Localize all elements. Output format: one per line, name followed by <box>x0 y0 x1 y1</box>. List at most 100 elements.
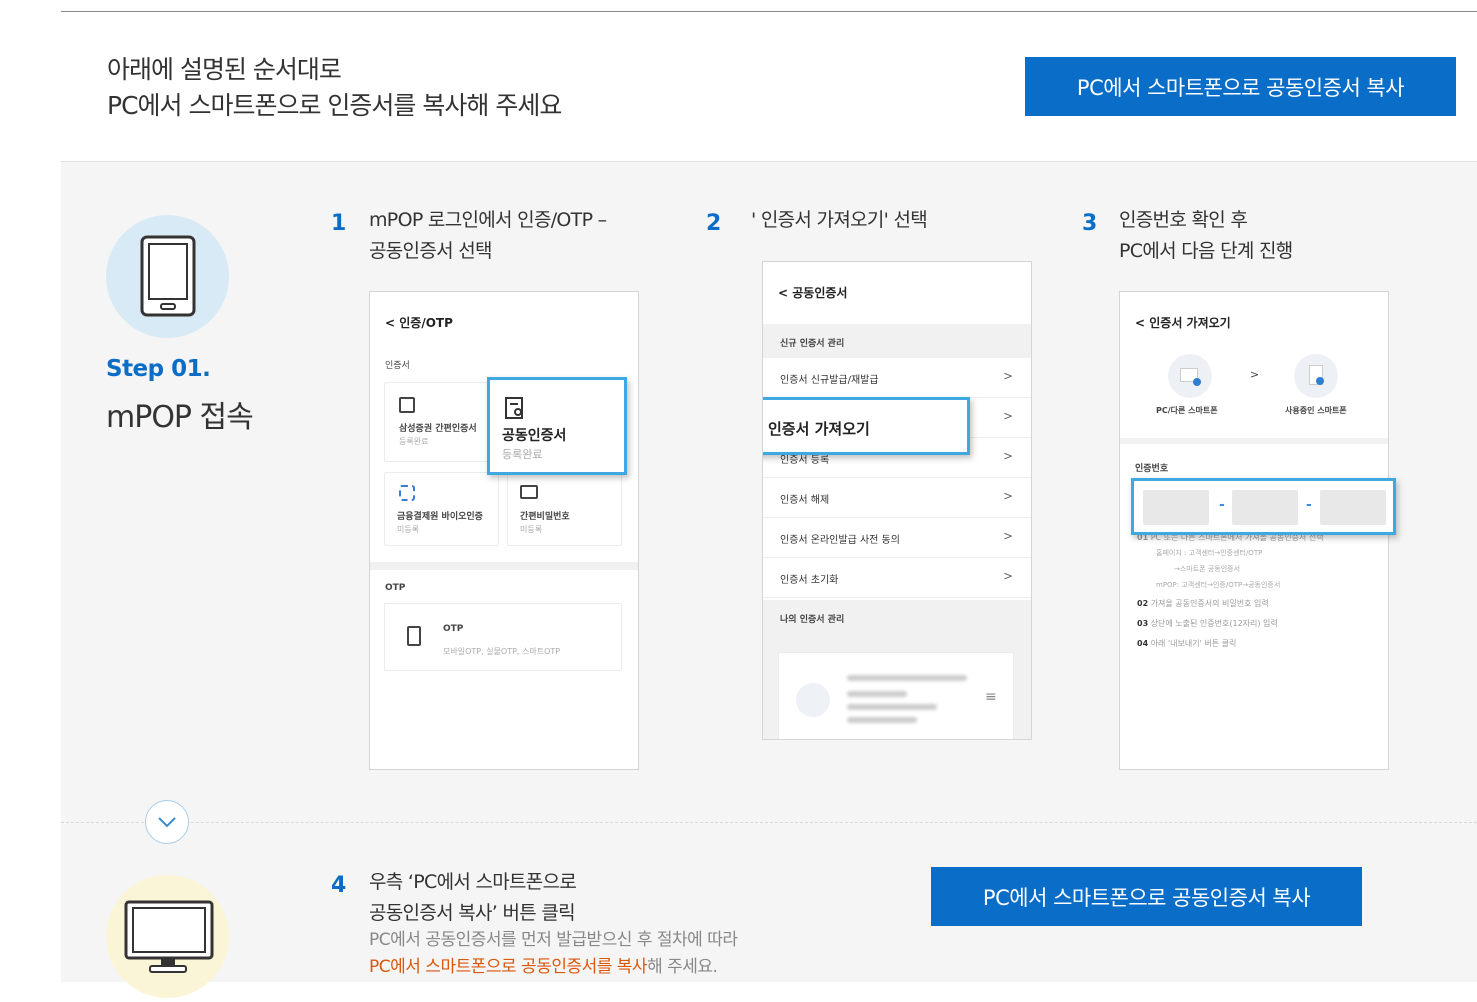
screen1-separator <box>370 562 638 570</box>
row-online-consent[interactable]: 인증서 온라인발급 사전 동의 > <box>763 518 1031 558</box>
highlight-joint-cert: 공동인증서 등록완료 <box>487 377 627 475</box>
instruction-num: 02 <box>1137 599 1149 608</box>
blurred-text <box>847 675 967 681</box>
instruction-row: 02 가져올 공동인증서의 비밀번호 입력 <box>1137 598 1269 609</box>
substep-text-4: 우측 ‘PC에서 스마트폰으로 공동인증서 복사’ 버튼 클릭 <box>369 867 577 929</box>
screen2-section2-bg: 나의 인증서 관리 <box>763 600 1031 636</box>
blurred-text <box>847 704 937 710</box>
popup-cert-title: 공동인증서 <box>502 428 567 444</box>
screen3-separator <box>1120 438 1388 444</box>
chevron-right-icon: > <box>1250 368 1260 381</box>
chevron-right-icon: > <box>1002 409 1013 423</box>
substep-1-line-1: mPOP 로그인에서 인증/OTP – <box>369 209 607 231</box>
copy-certificate-button-bottom[interactable]: PC에서 스마트폰으로 공동인증서 복사 <box>931 867 1362 926</box>
card1-sub: 등록완료 <box>399 437 429 446</box>
card4-title: 간편비밀번호 <box>520 512 570 522</box>
keypad-icon <box>520 485 538 499</box>
code-dash-1: - <box>1219 497 1225 513</box>
screen2-section1-bg: 신규 인증서 관리 <box>763 324 1031 358</box>
chevron-right-icon: > <box>1002 369 1013 383</box>
screen2-section1: 신규 인증서 관리 <box>780 339 845 349</box>
row-release-cert-label: 인증서 해제 <box>780 495 830 506</box>
row-new-cert-label: 인증서 신규발급/재발급 <box>780 375 879 386</box>
screenshot-joint-cert: < 공동인증서 신규 인증서 관리 인증서 신규발급/재발급 > > 인증서 등록… <box>762 261 1032 740</box>
instruction-row: 04 아래 '내보내기' 버튼 클릭 <box>1137 638 1236 649</box>
step1-label: Step 01. <box>106 356 211 382</box>
intro-text: 아래에 설명된 순서대로 PC에서 스마트폰으로 인증서를 복사해 주세요 <box>107 52 562 124</box>
instruction-text: 아래 '내보내기' 버튼 클릭 <box>1150 639 1237 648</box>
substep-1-line-2: 공동인증서 선택 <box>369 240 493 262</box>
note-highlight: PC에서 스마트폰으로 공동인증서를 복사 <box>369 957 648 977</box>
note-line-1: PC에서 공동인증서를 먼저 발급받으신 후 절차에 따라 <box>369 930 738 950</box>
intro-line-2: PC에서 스마트폰으로 인증서를 복사해 주세요 <box>107 91 562 120</box>
screen1-otp-section: OTP <box>385 583 406 593</box>
step2-icon-circle <box>106 875 229 998</box>
instruction-row: 홈페이지 : 고객센터→인증센터/OTP <box>1156 549 1263 557</box>
intro-line-1: 아래에 설명된 순서대로 <box>107 55 342 84</box>
fingerprint-icon <box>399 485 415 501</box>
card3-title: 금융결제원 바이오인증 <box>397 512 483 522</box>
step1-icon-circle <box>106 215 229 338</box>
substep-4-line-1: 우측 ‘PC에서 스마트폰으로 <box>369 871 577 893</box>
from-label: PC/다른 스마트폰 <box>1156 406 1218 415</box>
code-dash-2: - <box>1306 497 1312 513</box>
blurred-text <box>847 691 907 697</box>
instruction-text: 상단에 노출된 인증번호(12자리) 입력 <box>1150 619 1278 628</box>
my-cert-card-blurred: ≡ <box>778 652 1014 739</box>
substep-4-note: PC에서 공동인증서를 먼저 발급받으신 후 절차에 따라 PC에서 스마트폰으… <box>369 927 738 981</box>
briefcase-icon <box>399 397 415 413</box>
instruction-row: →스마트폰 공동인증서 <box>1174 565 1241 573</box>
card1-title: 삼성증권 간편인증서 <box>399 424 477 434</box>
top-divider <box>61 11 1477 12</box>
to-label: 사용중인 스마트폰 <box>1285 406 1347 415</box>
note-rest: 해 주세요. <box>647 957 718 977</box>
blurred-text <box>847 717 917 723</box>
code-box-3 <box>1320 490 1386 525</box>
substep-3-line-1: 인증번호 확인 후 <box>1119 209 1248 231</box>
substep-text-3: 인증번호 확인 후 PC에서 다음 단계 진행 <box>1119 205 1293 267</box>
otp-title: OTP <box>443 624 464 634</box>
substep-number-2: 2 <box>706 211 722 236</box>
code-label: 인증번호 <box>1135 464 1169 474</box>
screen3-back-title: < 인증서 가져오기 <box>1135 316 1231 330</box>
row-online-consent-label: 인증서 온라인발급 사전 동의 <box>780 535 900 546</box>
screen1-section: 인증서 <box>385 361 410 371</box>
row-release-cert[interactable]: 인증서 해제 > <box>763 478 1031 518</box>
note-line-2: PC에서 스마트폰으로 공동인증서를 복사해 주세요. <box>369 954 737 981</box>
chevron-right-icon: > <box>1002 489 1013 503</box>
substep-number-3: 3 <box>1082 211 1098 236</box>
substep-2-line-1: ' 인증서 가져오기' 선택 <box>751 209 928 231</box>
cert-avatar-icon <box>796 683 830 717</box>
otp-device-icon <box>407 626 421 646</box>
screen2-back-title: < 공동인증서 <box>778 286 848 300</box>
substep-number-1: 1 <box>331 211 347 236</box>
row-reset-cert[interactable]: 인증서 초기화 > <box>763 558 1031 598</box>
instruction-num: 04 <box>1137 639 1149 648</box>
chevron-down-icon[interactable] <box>145 800 189 844</box>
row-new-cert[interactable]: 인증서 신규발급/재발급 > <box>763 358 1031 398</box>
substep-3-line-2: PC에서 다음 단계 진행 <box>1119 240 1293 262</box>
smartphone-icon <box>140 235 196 317</box>
row-reset-cert-label: 인증서 초기화 <box>780 575 839 586</box>
card-bio-auth: 금융결제원 바이오인증 미등록 <box>384 472 499 546</box>
monitor-icon <box>124 900 214 973</box>
card3-sub: 미등록 <box>397 525 420 534</box>
instruction-row: mPOP: 고객센터→인증/OTP→공동인증서 <box>1156 581 1281 589</box>
otp-sub: 모바일OTP, 실물OTP, 스마트OTP <box>443 647 561 656</box>
chevron-right-icon: > <box>1002 569 1013 583</box>
card-samsung-cert: 삼성증권 간편인증서 등록완료 <box>384 382 502 462</box>
highlight-code-boxes: - - <box>1131 478 1396 535</box>
step-divider <box>61 822 1477 823</box>
instruction-row: 03 상단에 노출된 인증번호(12자리) 입력 <box>1137 618 1278 629</box>
screenshot-auth-otp: < 인증/OTP 인증서 삼성증권 간편인증서 등록완료 금융결제원 바이오인증… <box>369 291 639 770</box>
screen2-section2: 나의 인증서 관리 <box>780 615 845 625</box>
chevron-right-icon: > <box>1002 449 1013 463</box>
copy-certificate-button-top[interactable]: PC에서 스마트폰으로 공동인증서 복사 <box>1025 57 1456 116</box>
substep-text-2: ' 인증서 가져오기' 선택 <box>751 205 928 236</box>
code-box-2 <box>1232 490 1298 525</box>
instruction-text: 가져올 공동인증서의 비밀번호 입력 <box>1150 599 1269 608</box>
code-box-1 <box>1143 490 1209 525</box>
step1-title: mPOP 접속 <box>106 400 254 435</box>
chevron-right-icon: > <box>1002 529 1013 543</box>
card4-sub: 미등록 <box>520 525 543 534</box>
